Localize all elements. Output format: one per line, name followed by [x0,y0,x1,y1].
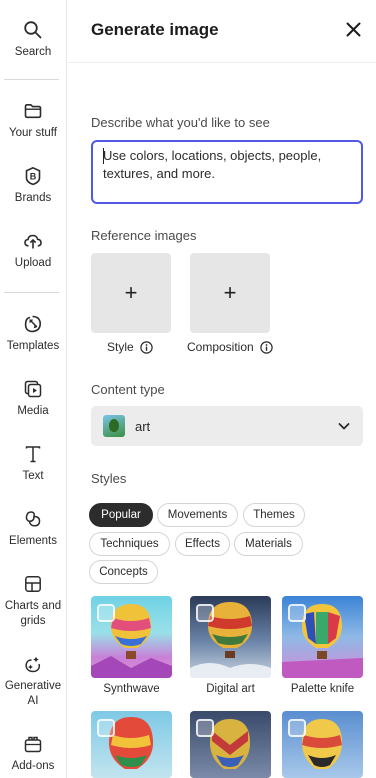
close-icon[interactable] [345,21,362,38]
rail-item-brands[interactable]: B Brands [0,166,66,206]
style-tile-palette-knife[interactable] [282,596,363,678]
style-reference-caption: Style [107,340,153,354]
composition-reference-caption: Composition [187,340,273,354]
plus-icon: + [124,280,138,305]
text-caret [103,148,104,164]
folder-icon [24,104,42,119]
content-type-select[interactable]: art [91,406,363,446]
chip-techniques[interactable]: Techniques [89,532,170,556]
chip-themes[interactable]: Themes [243,503,305,527]
panel-title: Generate image [91,20,219,39]
chevron-down-icon [338,423,350,430]
chip-popular[interactable]: Popular [89,503,153,527]
style-tile[interactable] [282,711,363,778]
rail-label: Search [14,46,52,58]
rail-item-charts-and-grids[interactable]: Charts and grids [0,574,66,629]
info-icon[interactable] [260,340,273,354]
media-icon [24,380,42,398]
style-tile[interactable] [91,711,172,778]
rail-item-add-ons[interactable]: Add-ons [0,734,66,774]
rail-item-your-stuff[interactable]: Your stuff [0,101,66,141]
rail-item-upload[interactable]: Upload [0,231,66,271]
style-caption-text: Style [107,340,134,354]
style-tile-synthwave[interactable] [91,596,172,678]
add-ons-icon [24,736,42,753]
generate-image-panel: Generate image Describe what you'd like … [67,0,376,778]
rail-item-generative-ai[interactable]: Generative AI [0,654,66,709]
svg-text:B: B [30,172,37,182]
left-rail: Search Your stuff B Brands Upload Templa… [0,0,67,778]
rail-label: Elements [9,535,57,547]
content-type-value: art [135,418,151,434]
chip-effects[interactable]: Effects [175,532,230,556]
select-checkbox[interactable] [288,719,306,737]
search-icon [24,21,42,39]
select-checkbox[interactable] [97,604,115,622]
rail-divider [4,79,59,80]
rail-label: Charts and grids [4,600,62,627]
text-icon [25,446,41,463]
rail-label: Media [17,405,49,417]
elements-icon [25,511,41,527]
art-thumbnail [103,415,125,437]
style-tile-digital-art[interactable] [190,596,271,678]
plus-icon: + [223,280,237,305]
rail-label: Your stuff [9,127,57,139]
prompt-textarea[interactable]: Use colors, locations, objects, people, … [91,140,363,204]
chip-concepts[interactable]: Concepts [89,560,158,584]
prompt-label: Describe what you'd like to see [91,115,270,130]
rail-label: Upload [14,257,52,269]
rail-divider [4,292,59,293]
composition-reference-upload-button[interactable]: + [190,253,270,333]
rail-item-search[interactable]: Search [0,20,66,60]
prompt-placeholder: Use colors, locations, objects, people, … [103,148,322,181]
styles-label: Styles [91,471,127,486]
rail-item-elements[interactable]: Elements [0,509,66,549]
rail-label: Add-ons [11,760,55,772]
rail-label: Generative AI [4,680,62,707]
rail-item-text[interactable]: Text [0,444,66,484]
charts-icon [25,576,41,592]
select-checkbox[interactable] [196,604,214,622]
style-reference-upload-button[interactable]: + [91,253,171,333]
rail-item-media[interactable]: Media [0,379,66,419]
info-icon[interactable] [139,340,153,354]
brand-icon: B [25,166,41,186]
templates-icon [24,315,42,333]
upload-icon [24,234,42,249]
generative-ai-icon [25,656,41,673]
chip-movements[interactable]: Movements [157,503,238,527]
reference-images-label: Reference images [91,228,197,243]
header-divider [67,62,376,63]
chip-materials[interactable]: Materials [234,532,303,556]
style-tile[interactable] [190,711,271,778]
composition-caption-text: Composition [187,340,254,354]
rail-label: Templates [6,340,60,352]
style-caption: Digital art [206,683,255,695]
select-checkbox[interactable] [196,719,214,737]
style-caption: Synthwave [103,683,160,695]
rail-label: Text [22,470,44,482]
select-checkbox[interactable] [288,604,306,622]
rail-label: Brands [14,192,52,204]
style-caption: Palette knife [290,683,355,695]
content-type-label: Content type [91,382,165,397]
rail-item-templates[interactable]: Templates [0,314,66,354]
select-checkbox[interactable] [97,719,115,737]
